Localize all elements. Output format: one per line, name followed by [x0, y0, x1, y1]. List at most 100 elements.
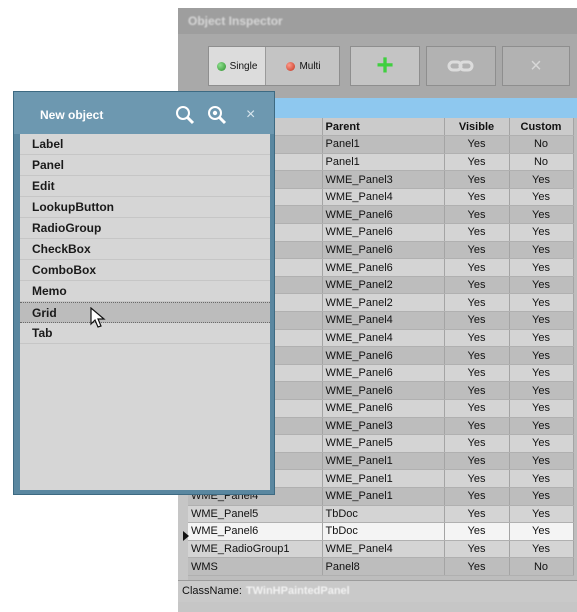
cell-parent[interactable]: WME_Panel6: [322, 258, 445, 277]
cell-parent[interactable]: WME_Panel6: [322, 205, 445, 225]
cell-visible[interactable]: Yes: [444, 434, 510, 453]
cell-parent[interactable]: WME_Panel4: [322, 311, 445, 330]
cell-custom[interactable]: Yes: [509, 293, 574, 313]
list-item-label[interactable]: Label: [20, 134, 270, 155]
list-item-checkbox[interactable]: CheckBox: [20, 239, 270, 260]
cell-parent[interactable]: WME_Panel6: [322, 223, 445, 242]
cell-custom[interactable]: Yes: [509, 241, 574, 260]
search-settings-icon[interactable]: [206, 104, 228, 126]
cell-custom[interactable]: No: [509, 557, 574, 576]
cell-parent[interactable]: WME_Panel6: [322, 241, 445, 260]
delete-object-button[interactable]: ×: [502, 46, 570, 86]
cell-visible[interactable]: Yes: [444, 417, 510, 436]
cell-visible[interactable]: Yes: [444, 153, 510, 172]
cell-visible[interactable]: Yes: [444, 381, 510, 400]
list-item-combobox[interactable]: ComboBox: [20, 260, 270, 281]
column-header-parent[interactable]: Parent: [322, 118, 445, 137]
cell-custom[interactable]: Yes: [509, 205, 574, 225]
cell-visible[interactable]: Yes: [444, 399, 510, 418]
cell-custom[interactable]: Yes: [509, 188, 574, 207]
cell-visible[interactable]: Yes: [444, 223, 510, 242]
cell-visible[interactable]: Yes: [444, 293, 510, 313]
table-row[interactable]: WME_RadioGroup1 WME_Panel4 Yes Yes: [188, 540, 574, 559]
cell-parent[interactable]: WME_Panel6: [322, 399, 445, 418]
cell-visible[interactable]: Yes: [444, 540, 510, 559]
list-item-edit[interactable]: Edit: [20, 176, 270, 197]
table-row[interactable]: WME_Panel6 TbDoc Yes Yes: [188, 522, 574, 541]
cell-parent[interactable]: WME_Panel4: [322, 540, 445, 559]
cell-parent[interactable]: WME_Panel3: [322, 417, 445, 436]
cell-visible[interactable]: Yes: [444, 557, 510, 576]
cell-custom[interactable]: Yes: [509, 452, 574, 471]
cell-name[interactable]: WME_Panel5: [188, 505, 323, 524]
list-item-lookupbutton[interactable]: LookupButton: [20, 197, 270, 218]
cell-custom[interactable]: No: [509, 153, 574, 172]
cell-visible[interactable]: Yes: [444, 241, 510, 260]
cell-visible[interactable]: Yes: [444, 311, 510, 330]
cell-custom[interactable]: Yes: [509, 276, 574, 295]
cell-parent[interactable]: Panel1: [322, 135, 445, 154]
cell-custom[interactable]: Yes: [509, 329, 574, 348]
table-row[interactable]: WMS Panel8 Yes No: [188, 557, 574, 576]
cell-parent[interactable]: WME_Panel6: [322, 381, 445, 400]
cell-custom[interactable]: Yes: [509, 417, 574, 436]
cell-custom[interactable]: Yes: [509, 434, 574, 453]
multi-mode-button[interactable]: Multi: [275, 47, 332, 85]
cell-parent[interactable]: WME_Panel4: [322, 188, 445, 207]
cell-parent[interactable]: Panel8: [322, 557, 445, 576]
cell-parent[interactable]: TbDoc: [322, 505, 445, 524]
cell-visible[interactable]: Yes: [444, 522, 510, 541]
link-object-button[interactable]: [426, 46, 496, 86]
cell-parent[interactable]: WME_Panel5: [322, 434, 445, 453]
cell-parent[interactable]: WME_Panel2: [322, 276, 445, 295]
table-row[interactable]: WME_Panel5 TbDoc Yes Yes: [188, 505, 574, 524]
list-item-tab[interactable]: Tab: [20, 323, 270, 344]
cell-visible[interactable]: Yes: [444, 205, 510, 225]
cell-visible[interactable]: Yes: [444, 135, 510, 154]
cell-name[interactable]: WMS: [188, 557, 323, 576]
cell-visible[interactable]: Yes: [444, 469, 510, 488]
single-mode-button[interactable]: Single: [209, 47, 266, 85]
cell-custom[interactable]: Yes: [509, 540, 574, 559]
cell-parent[interactable]: WME_Panel4: [322, 329, 445, 348]
cell-custom[interactable]: Yes: [509, 311, 574, 330]
cell-visible[interactable]: Yes: [444, 487, 510, 506]
cell-custom[interactable]: Yes: [509, 505, 574, 524]
cell-parent[interactable]: TbDoc: [322, 522, 445, 541]
cell-parent[interactable]: Panel1: [322, 153, 445, 172]
cell-name[interactable]: WME_Panel6: [188, 522, 323, 541]
cell-parent[interactable]: WME_Panel1: [322, 487, 445, 506]
cell-parent[interactable]: WME_Panel6: [322, 346, 445, 365]
list-item-radiogroup[interactable]: RadioGroup: [20, 218, 270, 239]
cell-parent[interactable]: WME_Panel1: [322, 452, 445, 471]
cell-visible[interactable]: Yes: [444, 452, 510, 471]
cell-custom[interactable]: Yes: [509, 381, 574, 400]
cell-visible[interactable]: Yes: [444, 346, 510, 365]
cell-custom[interactable]: Yes: [509, 258, 574, 277]
cell-custom[interactable]: Yes: [509, 399, 574, 418]
cell-visible[interactable]: Yes: [444, 329, 510, 348]
cell-parent[interactable]: WME_Panel3: [322, 170, 445, 189]
cell-visible[interactable]: Yes: [444, 276, 510, 295]
list-item-panel[interactable]: Panel: [20, 155, 270, 176]
cell-visible[interactable]: Yes: [444, 170, 510, 189]
close-icon[interactable]: ×: [246, 106, 255, 124]
cell-custom[interactable]: Yes: [509, 469, 574, 488]
cell-parent[interactable]: WME_Panel1: [322, 469, 445, 488]
cell-visible[interactable]: Yes: [444, 505, 510, 524]
list-item-memo[interactable]: Memo: [20, 281, 270, 302]
cell-custom[interactable]: No: [509, 135, 574, 154]
cell-visible[interactable]: Yes: [444, 258, 510, 277]
search-icon[interactable]: [174, 104, 196, 126]
column-header-custom[interactable]: Custom: [509, 118, 574, 137]
cell-custom[interactable]: Yes: [509, 223, 574, 242]
column-header-visible[interactable]: Visible: [444, 118, 510, 137]
cell-custom[interactable]: Yes: [509, 487, 574, 506]
cell-custom[interactable]: Yes: [509, 346, 574, 365]
cell-custom[interactable]: Yes: [509, 364, 574, 383]
add-object-button[interactable]: +: [350, 46, 420, 86]
cell-visible[interactable]: Yes: [444, 188, 510, 207]
list-item-grid[interactable]: Grid: [20, 302, 270, 323]
cell-custom[interactable]: Yes: [509, 170, 574, 189]
cell-name[interactable]: WME_RadioGroup1: [188, 540, 323, 559]
